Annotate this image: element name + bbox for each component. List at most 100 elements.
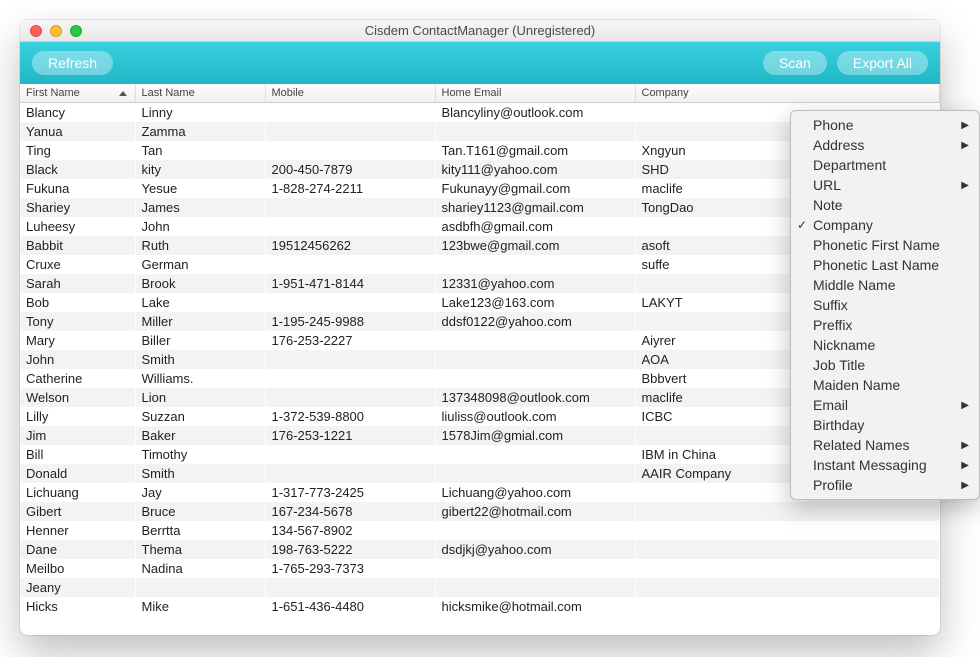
- cell-email: shariey1123@gmail.com: [435, 198, 635, 217]
- cell-last: Brook: [135, 274, 265, 293]
- menu-item-label: Nickname: [813, 337, 875, 353]
- zoom-icon[interactable]: [70, 25, 82, 37]
- cell-last: Biller: [135, 331, 265, 350]
- cell-mobile: 1-828-274-2211: [265, 179, 435, 198]
- table-row[interactable]: Jeany: [20, 578, 940, 597]
- col-first-name[interactable]: First Name: [20, 84, 135, 103]
- cell-first: Jim: [20, 426, 135, 445]
- titlebar: Cisdem ContactManager (Unregistered): [20, 20, 940, 42]
- menu-item-phone[interactable]: Phone▶: [791, 115, 979, 135]
- menu-item-label: Related Names: [813, 437, 910, 453]
- cell-first: Welson: [20, 388, 135, 407]
- menu-item-email[interactable]: Email▶: [791, 395, 979, 415]
- col-last-name[interactable]: Last Name: [135, 84, 265, 103]
- cell-last: [135, 578, 265, 597]
- cell-first: Sarah: [20, 274, 135, 293]
- cell-email: [435, 464, 635, 483]
- menu-item-url[interactable]: URL▶: [791, 175, 979, 195]
- cell-first: Yanua: [20, 122, 135, 141]
- cell-first: Black: [20, 160, 135, 179]
- cell-last: John: [135, 217, 265, 236]
- cell-mobile: [265, 103, 435, 123]
- cell-mobile: [265, 141, 435, 160]
- cell-email: asdbfh@gmail.com: [435, 217, 635, 236]
- cell-last: Nadina: [135, 559, 265, 578]
- refresh-button[interactable]: Refresh: [32, 51, 113, 75]
- menu-item-label: Phonetic Last Name: [813, 257, 939, 273]
- col-company[interactable]: Company: [635, 84, 940, 103]
- cell-mobile: 176-253-1221: [265, 426, 435, 445]
- menu-item-label: Company: [813, 217, 873, 233]
- menu-item-nickname[interactable]: Nickname: [791, 335, 979, 355]
- minimize-icon[interactable]: [50, 25, 62, 37]
- cell-last: Zamma: [135, 122, 265, 141]
- cell-first: Cruxe: [20, 255, 135, 274]
- menu-item-label: Phone: [813, 117, 853, 133]
- menu-item-address[interactable]: Address▶: [791, 135, 979, 155]
- cell-mobile: [265, 464, 435, 483]
- table-row[interactable]: DaneThema198-763-5222dsdjkj@yahoo.com: [20, 540, 940, 559]
- cell-last: Smith: [135, 464, 265, 483]
- menu-item-suffix[interactable]: Suffix: [791, 295, 979, 315]
- menu-item-related-names[interactable]: Related Names▶: [791, 435, 979, 455]
- cell-last: James: [135, 198, 265, 217]
- menu-item-label: Birthday: [813, 417, 864, 433]
- cell-email: [435, 578, 635, 597]
- menu-item-profile[interactable]: Profile▶: [791, 475, 979, 495]
- menu-item-instant-messaging[interactable]: Instant Messaging▶: [791, 455, 979, 475]
- cell-mobile: 134-567-8902: [265, 521, 435, 540]
- cell-email: [435, 445, 635, 464]
- menu-item-label: Note: [813, 197, 843, 213]
- cell-mobile: [265, 578, 435, 597]
- cell-mobile: [265, 388, 435, 407]
- col-home-email[interactable]: Home Email: [435, 84, 635, 103]
- menu-item-department[interactable]: Department: [791, 155, 979, 175]
- col-mobile[interactable]: Mobile: [265, 84, 435, 103]
- column-context-menu[interactable]: Phone▶Address▶DepartmentURL▶Note✓Company…: [790, 110, 980, 500]
- menu-item-label: Job Title: [813, 357, 865, 373]
- cell-email: 123bwe@gmail.com: [435, 236, 635, 255]
- cell-first: Jeany: [20, 578, 135, 597]
- table-row[interactable]: HicksMike1-651-436-4480hicksmike@hotmail…: [20, 597, 940, 616]
- cell-last: kity: [135, 160, 265, 179]
- menu-item-note[interactable]: Note: [791, 195, 979, 215]
- cell-mobile: [265, 350, 435, 369]
- cell-email: [435, 122, 635, 141]
- cell-email: gibert22@hotmail.com: [435, 502, 635, 521]
- cell-last: Tan: [135, 141, 265, 160]
- menu-item-label: Preffix: [813, 317, 852, 333]
- cell-email: Blancyliny@outlook.com: [435, 103, 635, 123]
- menu-item-phonetic-last-name[interactable]: Phonetic Last Name: [791, 255, 979, 275]
- cell-company: [635, 559, 940, 578]
- cell-last: Linny: [135, 103, 265, 123]
- menu-item-maiden-name[interactable]: Maiden Name: [791, 375, 979, 395]
- cell-mobile: [265, 217, 435, 236]
- export-all-button[interactable]: Export All: [837, 51, 928, 75]
- menu-item-job-title[interactable]: Job Title: [791, 355, 979, 375]
- cell-last: Thema: [135, 540, 265, 559]
- cell-first: Tony: [20, 312, 135, 331]
- cell-last: Berrtta: [135, 521, 265, 540]
- cell-last: German: [135, 255, 265, 274]
- menu-item-label: Phonetic First Name: [813, 237, 940, 253]
- menu-item-phonetic-first-name[interactable]: Phonetic First Name: [791, 235, 979, 255]
- menu-item-middle-name[interactable]: Middle Name: [791, 275, 979, 295]
- menu-item-company[interactable]: ✓Company: [791, 215, 979, 235]
- menu-item-label: Department: [813, 157, 886, 173]
- scan-button[interactable]: Scan: [763, 51, 827, 75]
- close-icon[interactable]: [30, 25, 42, 37]
- cell-email: 137348098@outlook.com: [435, 388, 635, 407]
- menu-item-label: Maiden Name: [813, 377, 900, 393]
- table-row[interactable]: HennerBerrtta134-567-8902: [20, 521, 940, 540]
- cell-company: [635, 597, 940, 616]
- cell-last: Timothy: [135, 445, 265, 464]
- cell-last: Lake: [135, 293, 265, 312]
- toolbar: Refresh Scan Export All: [20, 42, 940, 84]
- cell-last: Bruce: [135, 502, 265, 521]
- menu-item-preffix[interactable]: Preffix: [791, 315, 979, 335]
- menu-item-birthday[interactable]: Birthday: [791, 415, 979, 435]
- table-row[interactable]: MeilboNadina1-765-293-7373: [20, 559, 940, 578]
- table-row[interactable]: GibertBruce167-234-5678gibert22@hotmail.…: [20, 502, 940, 521]
- submenu-arrow-icon: ▶: [961, 480, 969, 491]
- cell-mobile: 1-195-245-9988: [265, 312, 435, 331]
